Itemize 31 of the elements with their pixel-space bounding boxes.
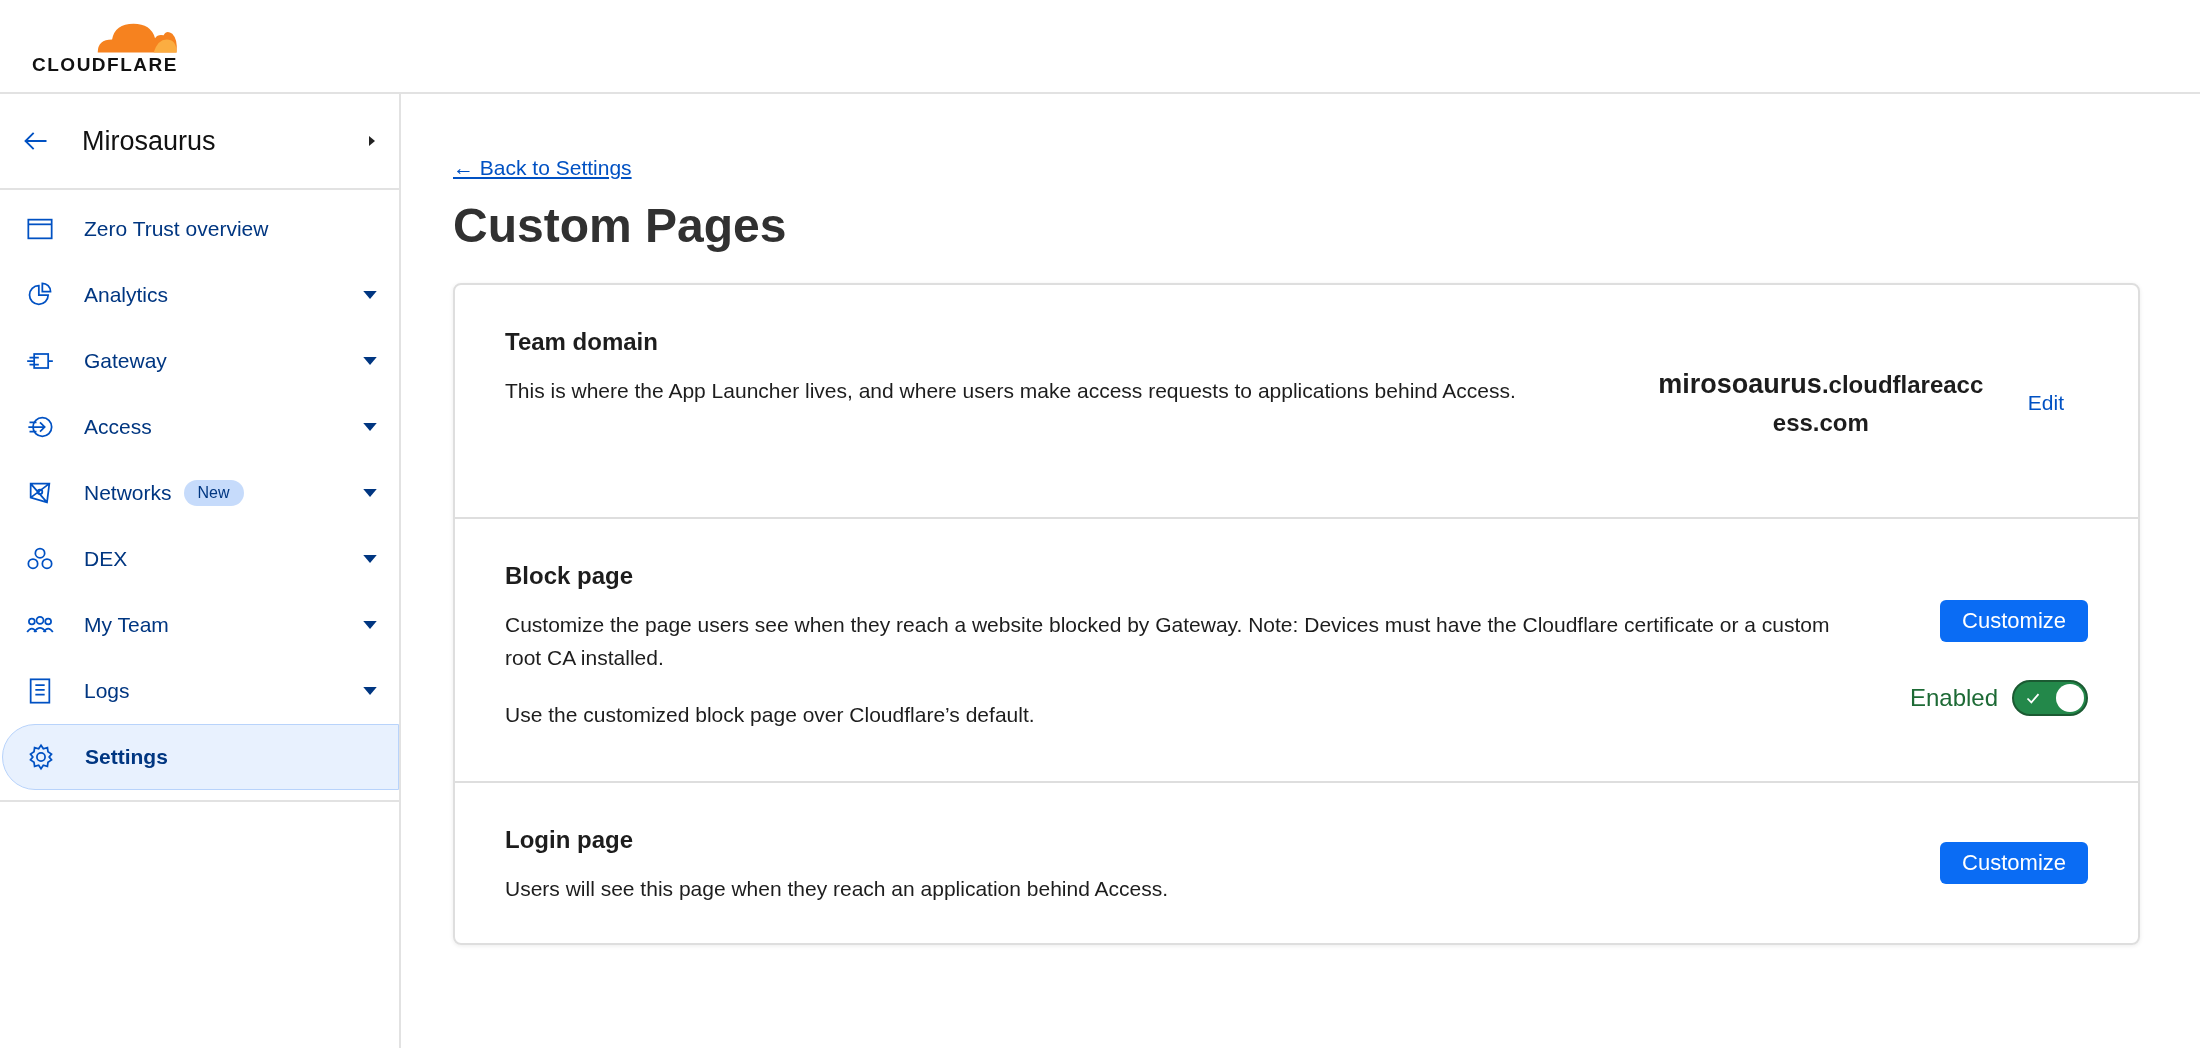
caret-right-icon[interactable]: [367, 134, 377, 148]
section-heading: Team domain: [505, 328, 659, 356]
sidebar-item[interactable]: DEX: [0, 526, 399, 592]
section-description: Users will see this page when they reach an application behind Access.: [505, 876, 1170, 902]
sidebar-item[interactable]: Gateway: [0, 328, 399, 394]
checkmark-icon: [2026, 693, 2040, 704]
sidebar-item[interactable]: Zero Trust overview: [0, 196, 399, 262]
section-heading: Block page: [505, 562, 635, 590]
page-title: Custom Pages: [453, 198, 788, 253]
toggle-label: Enabled: [1909, 684, 1998, 712]
section-note: Use the customized block page over Cloudflare’s default.: [505, 702, 1036, 728]
sidebar-item[interactable]: Networks New: [0, 460, 399, 526]
customize-button[interactable]: Customize: [1940, 600, 2088, 642]
sidebar-item[interactable]: Logs: [0, 658, 399, 724]
cloudflare-logo[interactable]: CLOUDFLARE: [20, 16, 190, 76]
logo-text: CLOUDFLARE: [32, 54, 178, 76]
team-domain: mirosoaurus.cloudflareaccess.com: [1657, 368, 1985, 438]
sidebar-item[interactable]: Settings: [2, 724, 399, 790]
edit-link[interactable]: Edit: [2027, 391, 2088, 415]
section-description: Customize the page users see when they reach a website blocked by Gateway. Note: Devices must have the Cloudflare certificate or a custom root CA installed.: [505, 612, 1831, 671]
sidebar-item[interactable]: Access: [0, 394, 399, 460]
new-badge: New: [183, 480, 244, 506]
settings-icon: [27, 743, 55, 771]
account-name[interactable]: Mirosaurus: [82, 125, 335, 157]
back-link[interactable]: ← Back to Settings: [453, 156, 632, 180]
toggle-switch[interactable]: [2012, 680, 2088, 716]
section-description: This is where the App Launcher lives, and where users make access requests to applications behind Access.: [505, 378, 1517, 404]
section-heading: Login page: [505, 826, 634, 854]
sidebar-item[interactable]: My Team: [0, 592, 399, 658]
sidebar-item[interactable]: Analytics: [0, 262, 399, 328]
customize-button[interactable]: Customize: [1940, 842, 2088, 884]
